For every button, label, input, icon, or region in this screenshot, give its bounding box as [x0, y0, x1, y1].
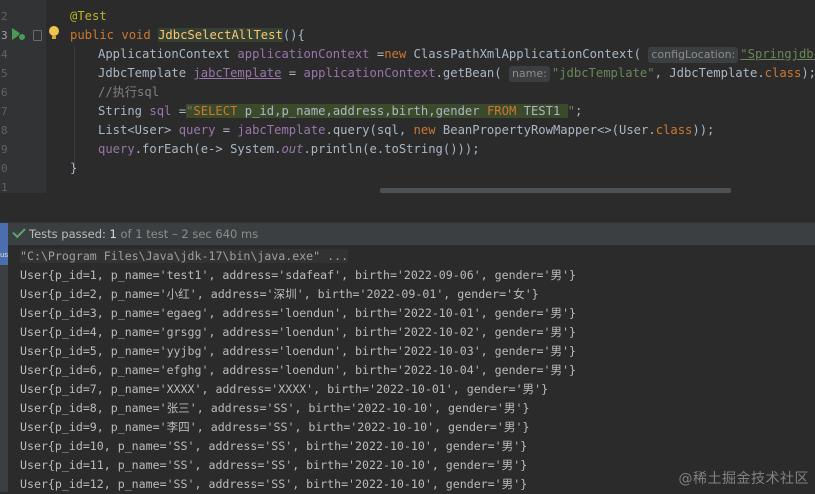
- operator: =: [281, 66, 304, 80]
- line-number: 7: [1, 105, 8, 118]
- operator: =: [369, 47, 385, 61]
- console-side-strip: us: [0, 245, 8, 492]
- console-output-line: User{p_id=2, p_name='小红', address='深圳', …: [20, 287, 539, 301]
- line-number: 0: [1, 162, 8, 175]
- code-line-query: List<User> query = jabcTemplate.query(sq…: [98, 121, 714, 140]
- run-console[interactable]: us "C:\Program Files\Java\jdk-17\bin\jav…: [0, 245, 815, 492]
- horizontal-scrollbar[interactable]: [380, 188, 731, 193]
- punctuation: ));: [692, 123, 715, 137]
- console-output-line: User{p_id=7, p_name='XXXX', address='XXX…: [20, 382, 549, 396]
- code-editor[interactable]: 2 3 4 5 6 7 8 9 0 1 @Test public void Jd…: [0, 0, 815, 193]
- line-number: 1: [1, 181, 8, 193]
- console-output-line: User{p_id=1, p_name='test1', address='sd…: [20, 268, 577, 282]
- tests-passed-label: Tests passed:: [29, 227, 110, 241]
- code-line-close-brace: }: [70, 159, 77, 178]
- tests-summary: of 1 test – 2 sec 640 ms: [116, 227, 259, 241]
- code-line-comment: //执行sql: [98, 83, 159, 102]
- sql-columns: p_id,p_name,address,birth,gender: [237, 104, 487, 118]
- string-literal: "jdbcTemplate": [551, 66, 655, 80]
- line-number: 4: [1, 48, 8, 61]
- console-output-line: User{p_id=12, p_name='SS', address='SS',…: [20, 477, 528, 491]
- console-output-line: User{p_id=8, p_name='张三', address='SS', …: [20, 401, 530, 415]
- string-literal: "SpringjdbcConfi: [740, 47, 815, 61]
- test-annotation: @Test: [70, 9, 107, 23]
- operator: =: [171, 104, 187, 118]
- code-line-annotation: @Test: [70, 7, 107, 26]
- type-name: String: [98, 104, 143, 118]
- type-name: ApplicationContext: [98, 47, 231, 61]
- class-call: ClassPathXmlApplicationContext(: [406, 47, 642, 61]
- punctuation: );: [801, 66, 815, 80]
- console-output-line: User{p_id=4, p_name='grsgg', address='lo…: [20, 325, 577, 339]
- code-line-context: ApplicationContext applicationContext =n…: [98, 45, 815, 64]
- console-side-tab[interactable]: us: [0, 245, 8, 265]
- test-status-bar: Tests passed: 1 of 1 test – 2 sec 640 ms: [0, 222, 815, 245]
- code-text: BeanPropertyRowMapper<>(User.: [435, 123, 656, 137]
- type-name: List<User>: [98, 123, 172, 137]
- parameter-hint: configLocation:: [648, 47, 739, 63]
- console-output-line: User{p_id=6, p_name='efghg', address='lo…: [20, 363, 577, 377]
- keyword: void: [121, 28, 151, 42]
- method-call: .forEach(e-> System.: [134, 142, 282, 156]
- site-watermark: @稀土掘金技术社区: [678, 471, 809, 487]
- method-call: .getBean(: [435, 66, 502, 80]
- java-command: "C:\Program Files\Java\jdk-17\bin\java.e…: [20, 249, 349, 263]
- parameter-hint: name:: [508, 66, 550, 82]
- sql-table: TEST1: [516, 104, 568, 118]
- variable: applicationContext: [303, 66, 436, 80]
- comment: //执行sql: [98, 85, 160, 99]
- line-number: 6: [1, 86, 8, 99]
- code-line-sql: String sql = " SELECT p_id,p_name,address,…: [98, 102, 582, 121]
- type-name: JdbcTemplate: [98, 66, 187, 80]
- variable: applicationContext: [237, 47, 370, 61]
- line-number: 8: [1, 124, 8, 137]
- method-name: JdbcSelectAllTest: [158, 28, 283, 42]
- keyword: class: [655, 123, 693, 137]
- code-text: , JdbcTemplate.: [654, 66, 765, 80]
- console-output-line: User{p_id=5, p_name='yyjbg', address='lo…: [20, 344, 577, 358]
- sql-keyword: SELECT: [193, 104, 238, 118]
- keyword: public: [70, 28, 115, 42]
- variable: query: [98, 142, 135, 156]
- line-number: 2: [1, 10, 8, 23]
- punctuation: ;: [575, 104, 583, 118]
- variable: jabcTemplate: [237, 123, 326, 137]
- keyword: new: [413, 123, 436, 137]
- variable: jabcTemplate: [193, 66, 282, 80]
- tool-window-tab[interactable]: [0, 223, 8, 245]
- string-quote: ": [567, 104, 576, 118]
- operator: =: [215, 123, 238, 137]
- test-passed-check-icon: [12, 224, 26, 239]
- keyword: class: [764, 66, 802, 80]
- fold-icon[interactable]: [33, 30, 42, 41]
- code-line-method-decl: public void JdbcSelectAllTest(){: [70, 26, 305, 45]
- editor-gutter: 2 3 4 5 6 7 8 9 0 1: [0, 0, 46, 193]
- console-output-line: User{p_id=11, p_name='SS', address='SS',…: [20, 458, 528, 472]
- method-call: .query(sql,: [325, 123, 414, 137]
- test-status-text: Tests passed: 1 of 1 test – 2 sec 640 ms: [29, 223, 258, 245]
- punctuation: }: [70, 161, 78, 175]
- static-field: out: [281, 142, 304, 156]
- variable: sql: [149, 104, 172, 118]
- code-line-foreach: query.forEach(e-> System.out.println(e.t…: [98, 140, 480, 159]
- console-command-line: "C:\Program Files\Java\jdk-17\bin\java.e…: [20, 247, 349, 266]
- console-output-line: User{p_id=3, p_name='egaeg', address='lo…: [20, 306, 577, 320]
- code-text: .println(e.toString()));: [303, 142, 480, 156]
- run-test-icon[interactable]: [11, 27, 26, 41]
- tests-passed-count: 1: [109, 227, 117, 241]
- line-number: 9: [1, 143, 8, 156]
- indent-guide: [74, 46, 75, 170]
- line-number: 5: [1, 67, 8, 80]
- sql-keyword: FROM: [486, 104, 517, 118]
- keyword: new: [384, 47, 407, 61]
- variable: query: [178, 123, 216, 137]
- code-line-template: JdbcTemplate jabcTemplate = applicationC…: [98, 64, 815, 83]
- console-output-line: User{p_id=10, p_name='SS', address='SS',…: [20, 439, 528, 453]
- lightbulb-icon[interactable]: [49, 26, 59, 39]
- console-output-line: User{p_id=9, p_name='李四', address='SS', …: [20, 420, 530, 434]
- punctuation: (){: [282, 28, 305, 42]
